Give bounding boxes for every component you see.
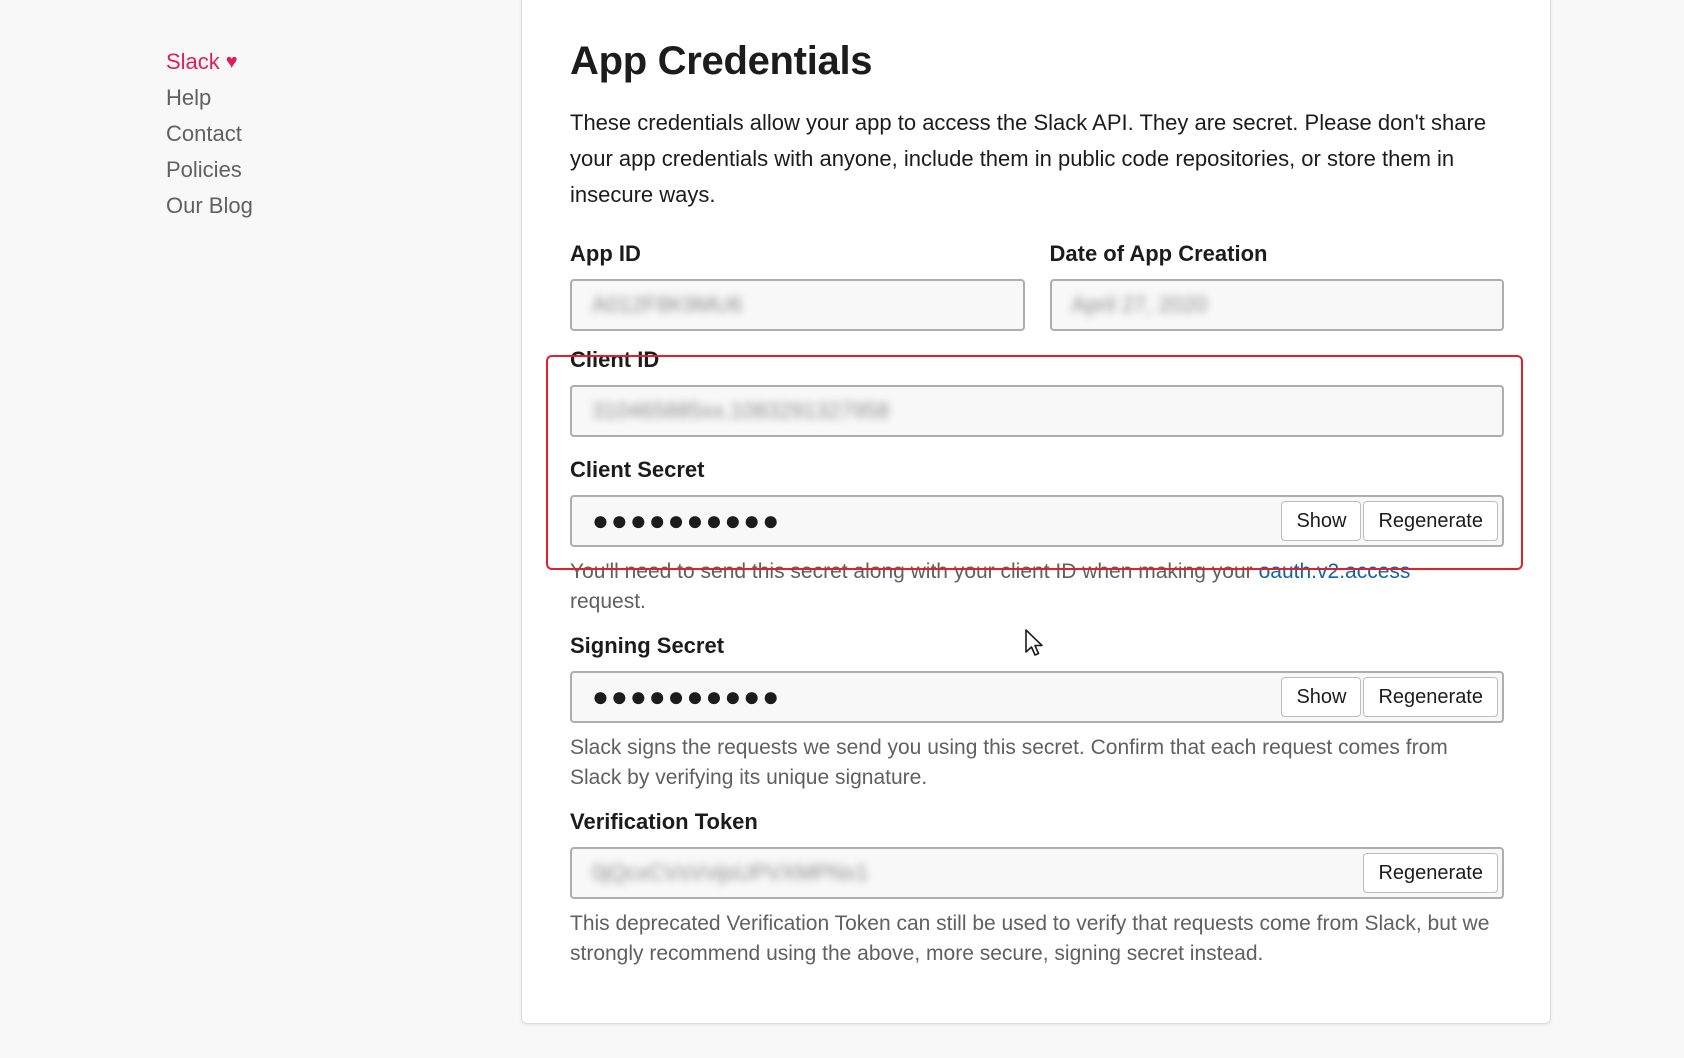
verification-token-input[interactable]: 0jQcxCVsVvijsUPVXMPNx1 Regenerate bbox=[570, 847, 1504, 899]
nav-item-help[interactable]: Help bbox=[166, 80, 466, 116]
verification-token-label: Verification Token bbox=[570, 809, 758, 834]
client-secret-input[interactable]: ●●●●●●●●●● Show Regenerate bbox=[570, 495, 1504, 547]
nav-item-slack[interactable]: Slack ♥ bbox=[166, 44, 466, 80]
client-id-value: 310465885xx.1083291327958 bbox=[592, 398, 890, 423]
signing-secret-help: Slack signs the requests we send you usi… bbox=[570, 736, 1448, 789]
date-created-field: Date of App Creation April 27, 2020 bbox=[1049, 239, 1504, 331]
card-content: App Credentials These credentials allow … bbox=[570, 35, 1504, 969]
heart-icon: ♥ bbox=[225, 51, 238, 73]
signing-secret-actions: Show Regenerate bbox=[1281, 677, 1498, 717]
client-secret-help-text: You'll need to send this secret along wi… bbox=[570, 560, 1253, 583]
client-secret-actions: Show Regenerate bbox=[1281, 501, 1498, 541]
app-id-input[interactable]: A012F8K9MU6 bbox=[570, 279, 1025, 331]
date-created-input[interactable]: April 27, 2020 bbox=[1049, 279, 1504, 331]
client-id-input[interactable]: 310465885xx.1083291327958 bbox=[570, 385, 1504, 437]
app-id-field: App ID A012F8K9MU6 bbox=[570, 239, 1025, 331]
client-secret-help-after: request. bbox=[570, 590, 646, 613]
verification-token-actions: Regenerate bbox=[1363, 853, 1498, 893]
page: Slack ♥ Help Contact Policies Our Blog Ap… bbox=[0, 0, 1684, 1058]
client-id-field: Client ID 310465885xx.1083291327958 bbox=[570, 345, 1504, 437]
signing-secret-regenerate-button[interactable]: Regenerate bbox=[1363, 677, 1498, 717]
app-info-row: App ID A012F8K9MU6 Date of App Creation … bbox=[570, 239, 1504, 331]
nav-item-policies[interactable]: Policies bbox=[166, 152, 466, 188]
client-id-label: Client ID bbox=[570, 347, 660, 372]
client-secret-field: Client Secret ●●●●●●●●●● Show Regenerate… bbox=[570, 455, 1504, 617]
app-id-label: App ID bbox=[570, 241, 641, 266]
client-secret-show-button[interactable]: Show bbox=[1281, 501, 1362, 541]
signing-secret-input[interactable]: ●●●●●●●●●● Show Regenerate bbox=[570, 671, 1504, 723]
nav-item-contact[interactable]: Contact bbox=[166, 116, 466, 152]
nav-item-label: Slack bbox=[166, 49, 220, 74]
intro-text: These credentials allow your app to acce… bbox=[570, 110, 1487, 207]
oauth-v2-access-link[interactable]: oauth.v2.access bbox=[1259, 560, 1411, 583]
client-secret-help: You'll need to send this secret along wi… bbox=[570, 557, 1504, 617]
verification-token-help: This deprecated Verification Token can s… bbox=[570, 912, 1490, 965]
app-credentials-card: App Credentials These credentials allow … bbox=[521, 0, 1551, 1024]
date-created-value: April 27, 2020 bbox=[1071, 292, 1208, 317]
nav-item-our-blog[interactable]: Our Blog bbox=[166, 188, 466, 224]
app-id-value: A012F8K9MU6 bbox=[592, 292, 743, 317]
client-secret-masked: ●●●●●●●●●● bbox=[592, 505, 782, 536]
footer-nav: Slack ♥ Help Contact Policies Our Blog bbox=[166, 44, 466, 224]
signing-secret-show-button[interactable]: Show bbox=[1281, 677, 1362, 717]
date-created-label: Date of App Creation bbox=[1049, 241, 1268, 266]
client-secret-regenerate-button[interactable]: Regenerate bbox=[1363, 501, 1498, 541]
page-title: App Credentials bbox=[570, 39, 873, 83]
client-secret-label: Client Secret bbox=[570, 457, 705, 482]
mouse-cursor-icon bbox=[1025, 629, 1043, 656]
verification-token-value: 0jQcxCVsVvijsUPVXMPNx1 bbox=[592, 860, 869, 885]
verification-token-regenerate-button[interactable]: Regenerate bbox=[1363, 853, 1498, 893]
verification-token-field: Verification Token 0jQcxCVsVvijsUPVXMPNx… bbox=[570, 807, 1504, 969]
signing-secret-masked: ●●●●●●●●●● bbox=[592, 681, 782, 712]
